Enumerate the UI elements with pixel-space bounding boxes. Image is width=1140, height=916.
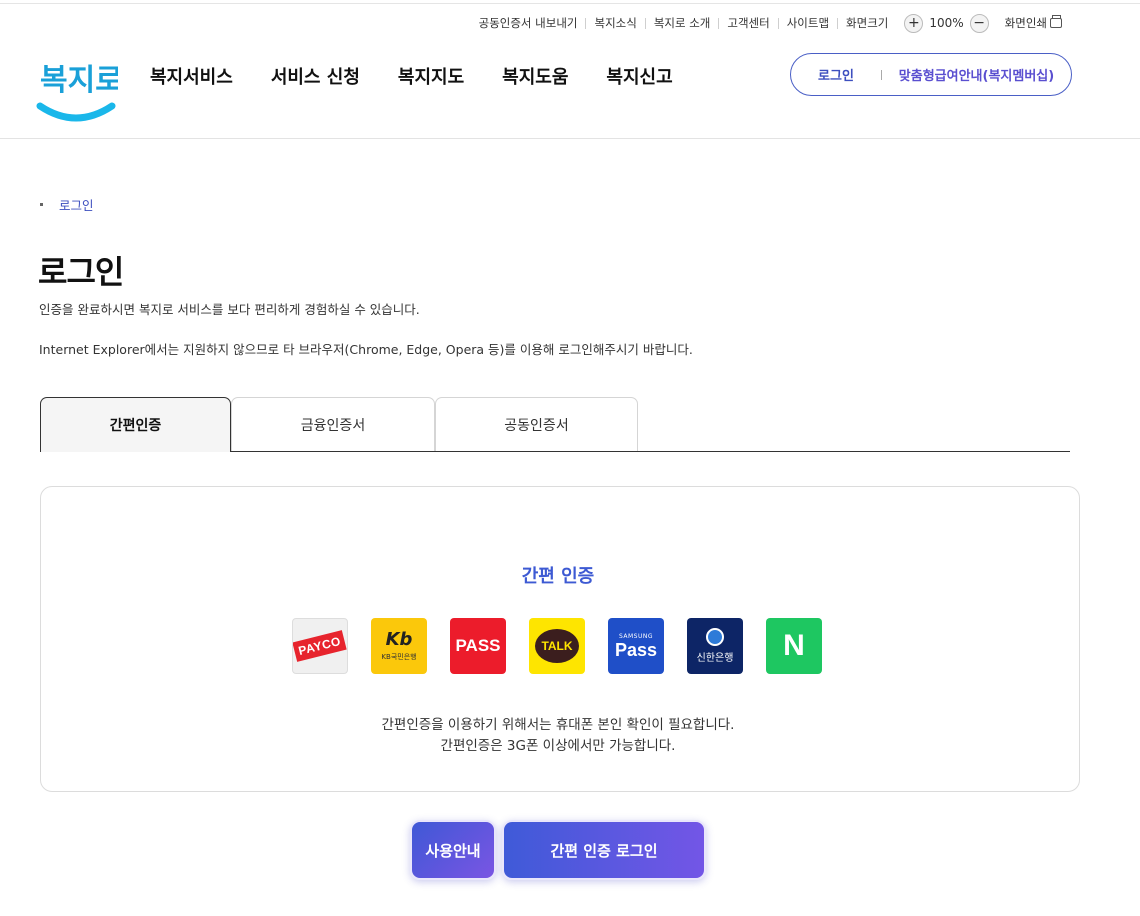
nav-welfare-map[interactable]: 복지지도 <box>398 63 464 89</box>
payco-logo: PAYCO <box>293 630 347 662</box>
print-label: 화면인쇄 <box>1004 16 1047 30</box>
screen-size-label: 화면크기 <box>837 17 896 29</box>
member-box: 로그인 맞춤형급여안내(복지멤버십) <box>790 53 1072 96</box>
naver-button[interactable]: N <box>766 618 822 674</box>
tab-financial-cert[interactable]: 금융인증서 <box>231 397 435 452</box>
pass-button[interactable]: PASS <box>450 618 506 674</box>
samsung-pass-logo: Pass <box>614 639 658 660</box>
shinhan-bank-button[interactable]: 신한은행 <box>687 618 743 674</box>
nav-welfare-help[interactable]: 복지도움 <box>502 63 568 89</box>
nav-service-apply[interactable]: 서비스 신청 <box>271 63 360 89</box>
logo-text: 복지로 <box>40 63 118 98</box>
shinhan-logo-icon <box>706 628 724 646</box>
kb-label: KB국민은행 <box>381 653 417 661</box>
membership-link[interactable]: 맞춤형급여안내(복지멤버십) <box>882 65 1071 84</box>
printer-icon <box>1050 15 1062 28</box>
kb-logo: Kb <box>385 629 413 650</box>
payco-button[interactable]: PAYCO <box>292 618 348 674</box>
auth-note-3g: 간편인증은 3G폰 이상에서만 가능합니다. <box>440 738 676 754</box>
kb-bank-button[interactable]: Kb KB국민은행 <box>371 618 427 674</box>
page-title: 로그인 <box>38 253 124 291</box>
tab-joint-cert[interactable]: 공동인증서 <box>435 397 638 452</box>
kakao-talk-button[interactable]: TALK <box>529 618 585 674</box>
kakao-talk-logo: TALK <box>535 629 579 663</box>
shinhan-label: 신한은행 <box>696 653 734 664</box>
zoom-control: + 100% − <box>904 13 989 33</box>
header-login-link[interactable]: 로그인 <box>791 65 881 84</box>
sitemap-link[interactable]: 사이트맵 <box>777 17 837 29</box>
news-link[interactable]: 복지소식 <box>585 17 644 29</box>
panel-title: 간편 인증 <box>521 566 595 587</box>
zoom-value: 100% <box>929 16 964 30</box>
pass-logo: PASS <box>455 636 501 655</box>
provider-list: PAYCO Kb KB국민은행 PASS TALK SAMSUNG Pass 신… <box>292 618 822 674</box>
zoom-in-button[interactable]: + <box>904 13 924 33</box>
tab-underline <box>230 451 1070 452</box>
auth-note-phone: 간편인증을 이용하기 위해서는 휴대폰 본인 확인이 필요합니다. <box>381 717 735 733</box>
page-description: 인증을 완료하시면 복지로 서비스를 보다 편리하게 경험하실 수 있습니다. <box>39 302 420 317</box>
about-link[interactable]: 복지로 소개 <box>644 17 719 29</box>
logo-mark: 복지로 <box>36 63 123 122</box>
samsung-pass-button[interactable]: SAMSUNG Pass <box>608 618 664 674</box>
simple-auth-login-button[interactable]: 간편 인증 로그인 <box>502 820 706 880</box>
breadcrumb-current[interactable]: 로그인 <box>59 195 94 214</box>
main-nav: 복지서비스 서비스 신청 복지지도 복지도움 복지신고 <box>150 63 673 89</box>
customer-center-link[interactable]: 고객센터 <box>718 17 777 29</box>
nav-welfare-report[interactable]: 복지신고 <box>606 63 672 89</box>
top-border <box>0 3 1140 4</box>
utility-bar: 공동인증서 내보내기 복지소식 복지로 소개 고객센터 사이트맵 화면크기 + … <box>471 13 1062 33</box>
tab-simple-auth[interactable]: 간편인증 <box>40 397 231 452</box>
logo[interactable]: 복지로 <box>34 52 123 126</box>
header-divider <box>0 138 1140 139</box>
zoom-out-button[interactable]: − <box>969 13 989 33</box>
breadcrumb-bullet <box>40 203 43 206</box>
browser-notice: Internet Explorer에서는 지원하지 않으므로 타 브라우저(Ch… <box>39 342 693 357</box>
naver-logo: N <box>783 629 805 662</box>
auth-tabs: 간편인증 금융인증서 공동인증서 <box>40 397 638 452</box>
nav-welfare-service[interactable]: 복지서비스 <box>150 63 233 89</box>
breadcrumb: 로그인 <box>40 195 94 214</box>
print-button[interactable]: 화면인쇄 <box>997 15 1062 31</box>
usage-guide-button[interactable]: 사용안내 <box>410 820 496 880</box>
cert-export-link[interactable]: 공동인증서 내보내기 <box>471 17 586 29</box>
samsung-label: SAMSUNG <box>618 632 654 640</box>
